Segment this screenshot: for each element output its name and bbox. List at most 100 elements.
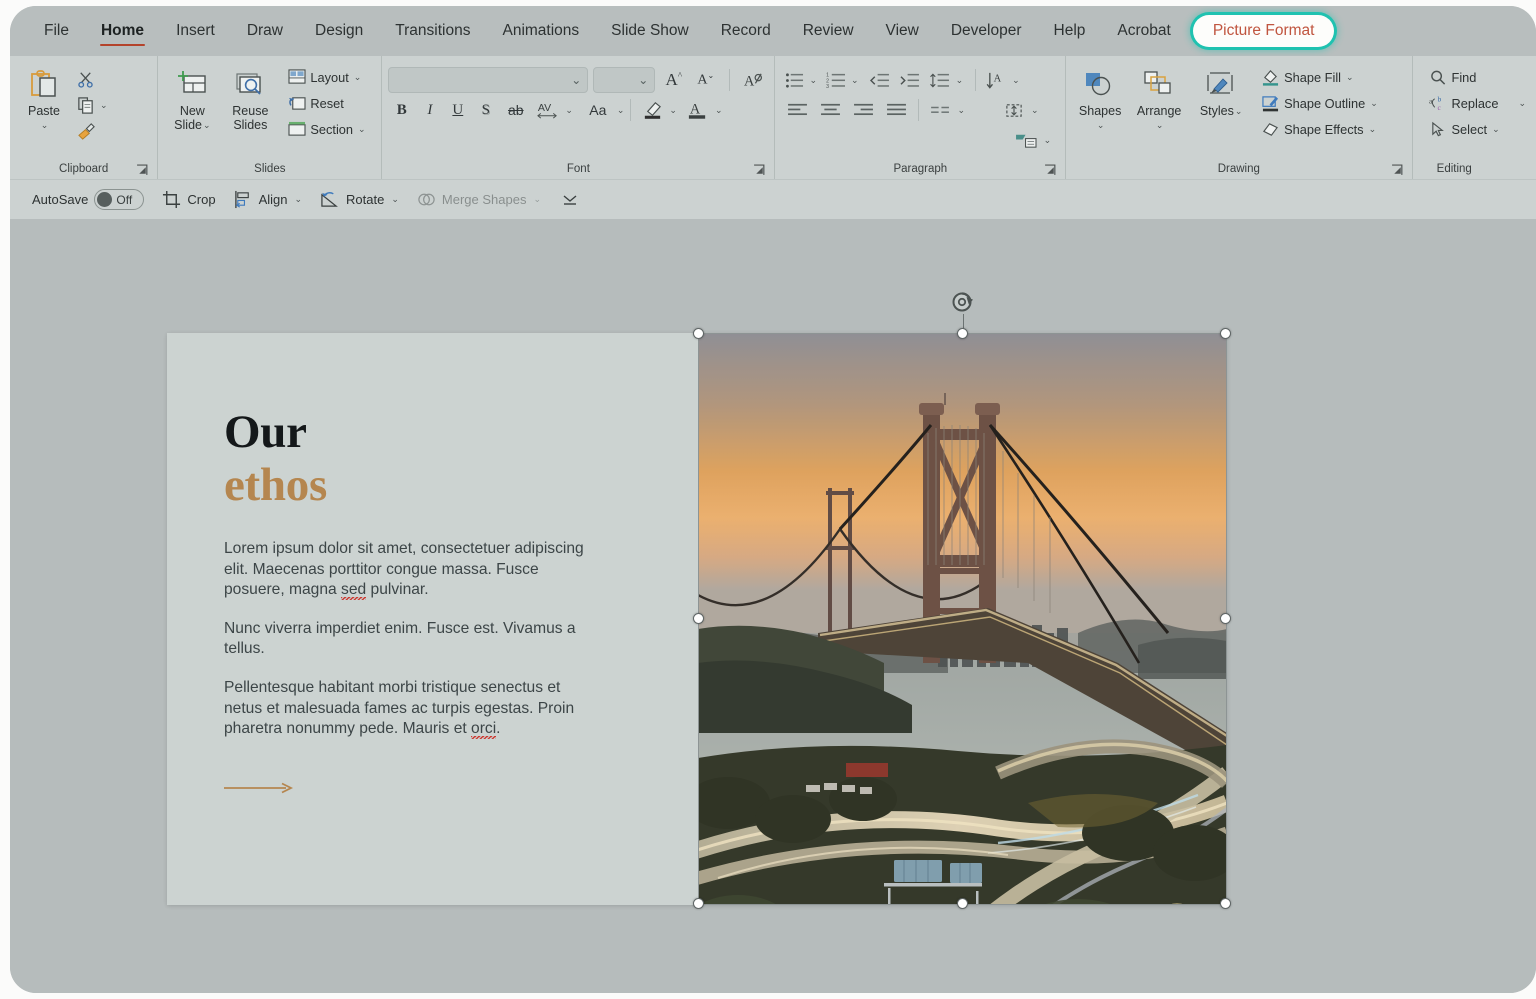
tab-draw[interactable]: Draw [231, 16, 299, 46]
shape-outline-button[interactable]: Shape Outline ⌄ [1257, 90, 1382, 116]
tab-acrobat[interactable]: Acrobat [1101, 16, 1186, 46]
chevron-down-icon[interactable]: ⌄ [358, 124, 366, 135]
chevron-down-icon[interactable]: ⌄ [1235, 104, 1243, 118]
section-button[interactable]: Section ⌄ [284, 116, 369, 142]
tab-view[interactable]: View [870, 16, 935, 46]
shapes-button[interactable]: Shapes ⌄ [1072, 64, 1128, 134]
chevron-down-icon[interactable]: ⌄ [565, 105, 573, 116]
align-center-button[interactable] [814, 97, 846, 123]
chevron-down-icon[interactable]: ⌄ [1044, 135, 1052, 146]
copy-dropdown-chevron-icon[interactable]: ⌄ [100, 100, 108, 111]
italic-button[interactable]: I [416, 97, 443, 123]
clear-formatting-button[interactable]: A [740, 67, 767, 93]
chevron-down-icon[interactable]: ⌄ [617, 105, 625, 116]
chevron-down-icon[interactable]: ⌄ [851, 75, 859, 86]
justify-button[interactable] [880, 97, 912, 123]
paragraph-dialog-launcher-icon[interactable] [1044, 164, 1057, 177]
font-dialog-launcher-icon[interactable] [753, 164, 766, 177]
line-spacing-button[interactable] [925, 67, 955, 93]
new-slide-button[interactable]: New Slide ⌄ [164, 64, 220, 134]
align-right-button[interactable] [847, 97, 879, 123]
character-spacing-button[interactable]: AV [532, 97, 563, 123]
underline-button[interactable]: U [444, 97, 471, 123]
chevron-down-icon[interactable]: ⌄ [956, 75, 964, 86]
chevron-down-icon[interactable]: ⌄ [41, 118, 49, 132]
autosave-toggle[interactable]: Off [94, 189, 145, 210]
strikethrough-button[interactable]: ab [500, 97, 531, 123]
text-shadow-button[interactable]: S [472, 97, 499, 123]
align-text-button[interactable] [999, 97, 1029, 123]
font-color-button[interactable]: A [683, 97, 713, 123]
layout-button[interactable]: Layout ⌄ [284, 64, 369, 90]
chevron-down-icon[interactable]: ⌄ [1369, 124, 1377, 135]
align-left-button[interactable] [781, 97, 813, 123]
reset-button[interactable]: Reset [284, 90, 369, 116]
chevron-down-icon[interactable]: ⌄ [1012, 75, 1020, 86]
tab-design[interactable]: Design [299, 16, 379, 46]
drawing-dialog-launcher-icon[interactable] [1391, 164, 1404, 177]
find-button[interactable]: Find [1425, 64, 1531, 90]
slide-canvas[interactable]: Our ethos Lorem ipsum dolor sit amet, co… [10, 219, 1536, 993]
rotation-handle[interactable] [951, 291, 975, 315]
change-case-button[interactable]: Aa [581, 97, 615, 123]
tab-animations[interactable]: Animations [486, 16, 595, 46]
chevron-down-icon[interactable]: ⌄ [1492, 124, 1500, 135]
chevron-down-icon[interactable]: ⌄ [957, 105, 965, 116]
tab-help[interactable]: Help [1038, 16, 1102, 46]
chevron-down-icon[interactable]: ⌄ [1518, 98, 1526, 109]
font-size-input[interactable]: ⌄ [593, 67, 656, 93]
text-highlight-color-button[interactable] [637, 97, 667, 123]
chevron-down-icon[interactable]: ⌄ [809, 75, 817, 86]
clipboard-dialog-launcher-icon[interactable] [136, 164, 149, 177]
increase-indent-button[interactable] [895, 67, 925, 93]
slide[interactable]: Our ethos Lorem ipsum dolor sit amet, co… [167, 292, 1231, 909]
select-button[interactable]: Select ⌄ [1425, 116, 1531, 142]
convert-to-smartart-button[interactable] [1012, 127, 1042, 153]
tab-developer[interactable]: Developer [935, 16, 1038, 46]
crop-button[interactable]: Crop [154, 186, 223, 214]
paste-button[interactable]: Paste ⌄ [16, 64, 72, 134]
chevron-down-icon[interactable]: ⌄ [715, 105, 723, 116]
tab-insert[interactable]: Insert [160, 16, 231, 46]
format-painter-button[interactable] [72, 118, 99, 144]
slide-text-area[interactable]: Our ethos Lorem ipsum dolor sit amet, co… [167, 333, 698, 905]
arrange-button[interactable]: Arrange ⌄ [1129, 64, 1189, 134]
bullets-button[interactable] [781, 67, 808, 93]
chevron-down-icon[interactable]: ⌄ [1031, 105, 1039, 116]
text-direction-button[interactable]: A [981, 67, 1011, 93]
tab-review[interactable]: Review [787, 16, 870, 46]
tab-transitions[interactable]: Transitions [379, 16, 486, 46]
tab-picture-format[interactable]: Picture Format [1192, 15, 1335, 47]
tab-slide-show[interactable]: Slide Show [595, 16, 705, 46]
font-name-input[interactable]: ⌄ [388, 67, 589, 93]
chevron-down-icon[interactable]: ⌄ [354, 72, 362, 83]
cut-button[interactable] [72, 66, 99, 92]
reuse-slides-button[interactable]: Reuse Slides [222, 64, 278, 134]
quick-styles-button[interactable]: Styles ⌄ [1190, 64, 1252, 120]
chevron-down-icon[interactable]: ⌄ [1156, 118, 1164, 132]
decrease-font-size-button[interactable]: A⌄ [692, 67, 719, 93]
chevron-down-icon[interactable]: ⌄ [294, 194, 302, 205]
shape-fill-button[interactable]: Shape Fill ⌄ [1257, 64, 1382, 90]
rotate-button[interactable]: Rotate ⌄ [312, 186, 407, 214]
slide-picture[interactable] [698, 333, 1227, 905]
chevron-down-icon[interactable]: ⌄ [669, 105, 677, 116]
autosave-control[interactable]: AutoSave Off [24, 186, 152, 214]
shape-effects-button[interactable]: Shape Effects ⌄ [1257, 116, 1382, 142]
toolbar-overflow-button[interactable] [551, 186, 589, 214]
decrease-indent-button[interactable] [865, 67, 895, 93]
chevron-down-icon[interactable]: ⌄ [203, 118, 211, 132]
chevron-down-icon[interactable]: ⌄ [391, 194, 399, 205]
copy-button[interactable] [72, 92, 99, 118]
columns-button[interactable] [925, 97, 955, 123]
align-objects-button[interactable]: Align ⌄ [226, 186, 310, 214]
increase-font-size-button[interactable]: A^ [660, 67, 687, 93]
tab-record[interactable]: Record [705, 16, 787, 46]
chevron-down-icon[interactable]: ⌄ [1097, 118, 1105, 132]
tab-home[interactable]: Home [85, 16, 160, 46]
bold-button[interactable]: B [388, 97, 415, 123]
numbering-button[interactable]: 1 2 3 [823, 67, 850, 93]
chevron-down-icon[interactable]: ⌄ [1346, 72, 1354, 83]
tab-file[interactable]: File [28, 16, 85, 46]
chevron-down-icon[interactable]: ⌄ [1370, 98, 1378, 109]
